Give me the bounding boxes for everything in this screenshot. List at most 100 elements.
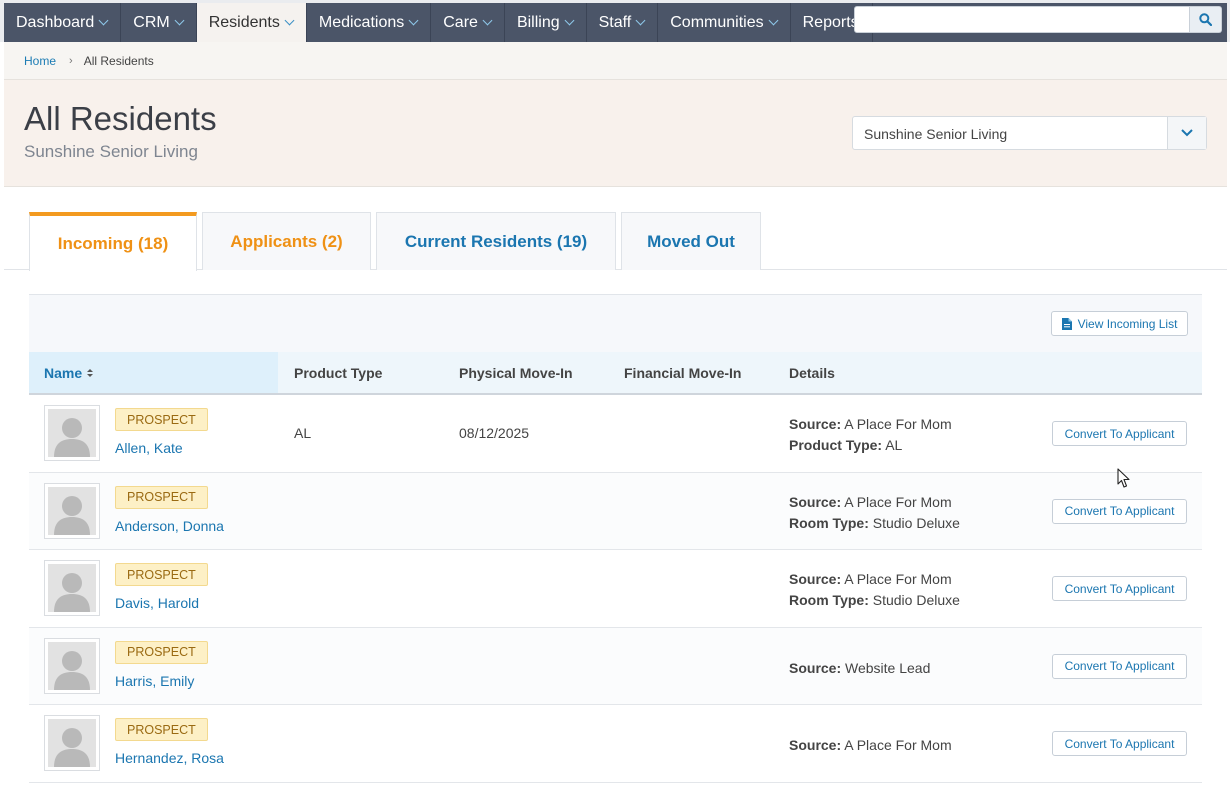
avatar-placeholder-icon [48,486,96,535]
chevron-down-icon [635,15,646,26]
nav-item-communities[interactable]: Communities [658,3,791,42]
detail-line: Source: A Place For Mom [789,735,952,756]
nav-item-label: Billing [516,13,560,31]
details-cell: Source: A Place For Mom Product Type: AL [789,414,952,456]
table-header: Name Product Type Physical Move-In Finan… [29,352,1202,395]
table-row: PROSPECT Hernandez, Rosa Source: A Place F… [29,705,1202,783]
table-row: PROSPECT Harris, Emily Source: Website Lea… [29,627,1202,705]
detail-line: Source: A Place For Mom [789,569,960,590]
mouse-cursor-icon [1117,468,1130,488]
nav-item-residents[interactable]: Residents [196,3,307,42]
chevron-down-icon [174,15,185,26]
chevron-down-icon [98,15,109,26]
resident-name-link[interactable]: Davis, Harold [115,595,199,611]
breadcrumb-current: All Residents [83,53,154,68]
nav-item-billing[interactable]: Billing [505,3,587,42]
page-subtitle: Sunshine Senior Living [24,142,198,161]
detail-value: A Place For Mom [844,493,952,510]
detail-value: Studio Deluxe [872,514,960,531]
sort-icon [87,368,94,377]
community-select-value: Sunshine Senior Living [864,126,1008,142]
nav-item-label: Communities [670,13,764,31]
search-button[interactable] [1190,6,1222,33]
status-badge: PROSPECT [115,640,208,664]
nav-item-care[interactable]: Care [431,3,505,42]
details-cell: Source: A Place For Mom Room Type: Studio… [789,492,960,534]
convert-to-applicant-button[interactable]: Convert To Applicant [1052,576,1187,601]
tab-applicants[interactable]: Applicants (2) [202,212,371,270]
community-select-toggle[interactable] [1167,117,1206,149]
avatar-placeholder-icon [48,641,96,690]
detail-line: Source: A Place For Mom [789,414,952,435]
search-icon [1199,13,1212,26]
avatar[interactable] [44,637,100,694]
nav-item-label: Residents [208,13,280,31]
convert-to-applicant-button[interactable]: Convert To Applicant [1052,731,1187,756]
avatar-placeholder-icon [48,564,96,612]
chevron-down-icon [564,15,575,26]
detail-label: Product Type: [789,437,883,453]
resident-tabs: Incoming (18) Applicants (2) Current Res… [4,187,1227,271]
nav-item-crm[interactable]: CRM [121,3,197,42]
main-content: Incoming (18) Applicants (2) Current Res… [4,187,1227,788]
avatar[interactable] [44,482,100,539]
breadcrumb-home-link[interactable]: Home [24,54,56,68]
community-select[interactable]: Sunshine Senior Living [852,116,1207,150]
chevron-down-icon [408,15,419,26]
detail-line: Source: A Place For Mom [789,492,960,513]
nav-item-label: Medications [318,13,405,31]
detail-value: A Place For Mom [844,737,952,753]
details-cell: Source: A Place For Mom Room Type: Studio… [789,569,960,611]
column-header-name-label: Name [44,364,83,381]
nav-item-medications[interactable]: Medications [307,3,432,42]
chevron-down-icon [768,15,779,26]
resident-name-link[interactable]: Anderson, Donna [115,518,224,534]
detail-value: A Place For Mom [844,571,952,587]
detail-label: Source: [789,737,842,753]
status-badge: PROSPECT [115,408,208,431]
detail-value: AL [885,437,903,453]
avatar[interactable] [44,560,100,616]
detail-label: Source: [789,659,842,676]
table-toolbar: View Incoming List [29,295,1202,352]
avatar[interactable] [44,405,100,461]
page-title: All Residents [24,100,217,137]
detail-value: Studio Deluxe [872,592,960,608]
detail-value: A Place For Mom [844,416,952,432]
status-badge: PROSPECT [115,485,208,509]
search-input[interactable] [854,6,1190,33]
nav-item-dashboard[interactable]: Dashboard [4,3,122,42]
resident-name-link[interactable]: Hernandez, Rosa [115,750,224,766]
nav-item-label: Staff [598,13,632,31]
document-icon [1061,317,1072,330]
tab-current-residents[interactable]: Current Residents (19) [376,212,616,270]
nav-item-label: Reports [802,13,859,31]
convert-to-applicant-button[interactable]: Convert To Applicant [1052,653,1187,679]
nav-item-label: Care [443,13,478,31]
resident-name-link[interactable]: Harris, Emily [115,673,194,689]
resident-name-link[interactable]: Allen, Kate [115,440,183,456]
chevron-down-icon [284,15,295,26]
nav-item-staff[interactable]: Staff [587,3,659,42]
avatar-placeholder-icon [48,409,96,457]
status-badge: PROSPECT [115,563,208,586]
column-header-product-type: Product Type [294,365,383,381]
column-header-details: Details [789,365,835,381]
detail-label: Source: [789,416,842,432]
detail-line: Room Type: Studio Deluxe [789,590,960,611]
convert-to-applicant-button[interactable]: Convert To Applicant [1052,498,1187,524]
nav-item-label: Dashboard [16,13,95,31]
tab-incoming[interactable]: Incoming (18) [29,212,197,271]
chevron-down-icon [482,15,493,26]
column-header-name[interactable]: Name [29,352,278,393]
tab-moved-out[interactable]: Moved Out [621,212,761,270]
detail-label: Source: [789,493,842,510]
nav-item-label: CRM [133,13,170,31]
product-type-cell: AL [294,425,312,441]
view-incoming-list-button[interactable]: View Incoming List [1051,311,1188,336]
avatar[interactable] [44,715,100,771]
top-navigation: Dashboard CRM Residents Medications Care Bill… [0,0,1230,42]
chevron-down-icon [1181,129,1193,137]
breadcrumb: Home › All Residents [4,42,1227,80]
convert-to-applicant-button[interactable]: Convert To Applicant [1052,421,1187,446]
